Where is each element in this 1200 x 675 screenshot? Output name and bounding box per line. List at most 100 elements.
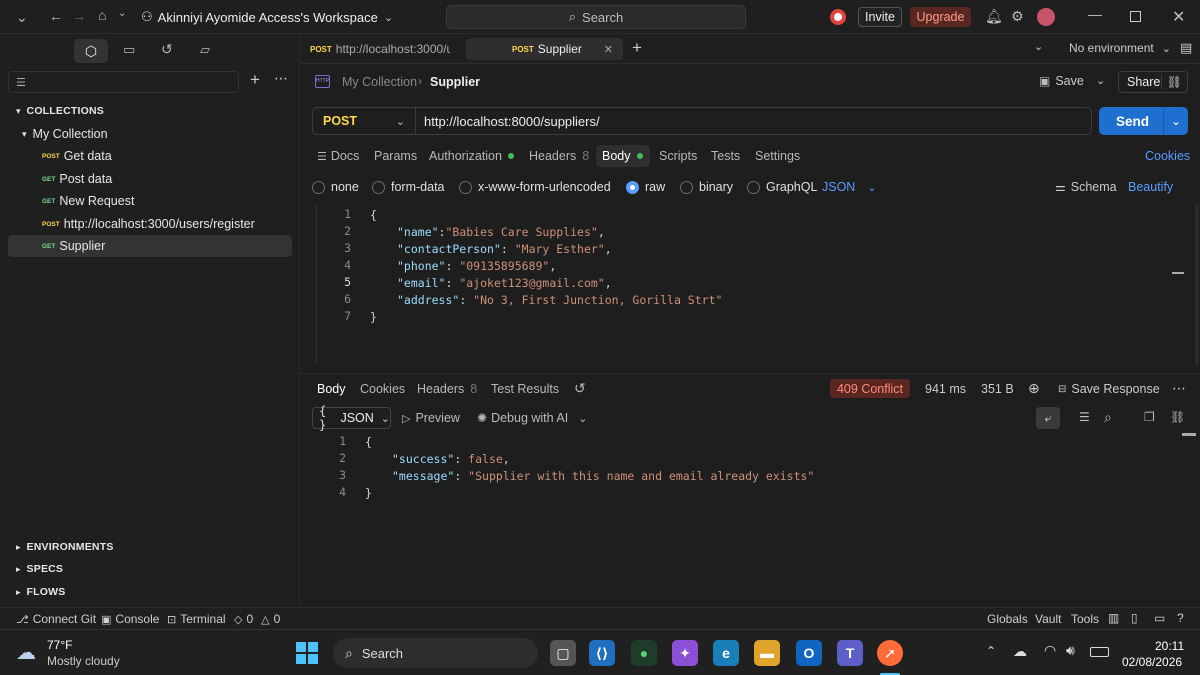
debug-with-ai-button[interactable]: ✺ Debug with AI ⌄ [477, 411, 587, 425]
sidebar-item-new-request[interactable]: GET New Request [8, 190, 292, 212]
raw-format-select[interactable]: JSON ⌄ [822, 179, 877, 195]
edge-icon[interactable]: e [713, 640, 739, 666]
flows-section-header[interactable]: ▸ FLOWS [8, 581, 292, 603]
method-select[interactable]: POST ⌄ [313, 108, 416, 134]
response-scroll-marker[interactable] [1182, 433, 1196, 436]
record-icon[interactable] [830, 9, 846, 25]
globe-icon[interactable]: ⊕ [1028, 380, 1040, 397]
tabs-dropdown-icon[interactable]: ⌄ [1034, 40, 1043, 53]
send-button[interactable]: Send ⌄ [1099, 107, 1188, 135]
url-input[interactable]: http://localhost:8000/suppliers/ [424, 108, 600, 134]
onedrive-icon[interactable]: ☁ [1013, 643, 1027, 660]
taskbar-search[interactable]: ⌕ Search [333, 638, 538, 668]
collections-view-tab[interactable]: ⬡ [74, 39, 108, 63]
copy-icon[interactable]: ❐ [1144, 410, 1155, 424]
more-icon[interactable]: ⋯ [1172, 380, 1186, 397]
response-tab-headers[interactable]: Headers 8 [417, 381, 477, 397]
tab-body[interactable]: Body [596, 145, 650, 167]
workspace-switcher[interactable]: ⚇ Akinniyi Ayomide Access's Workspace ⌄ [141, 9, 393, 25]
weather-temperature[interactable]: 77°F [47, 638, 72, 652]
split-icon[interactable]: ▭ [1154, 611, 1165, 625]
collections-section-header[interactable]: ▾ COLLECTIONS [8, 100, 292, 122]
file-explorer-icon[interactable]: ▬ [754, 640, 780, 666]
copilot-icon[interactable]: ✦ [672, 640, 698, 666]
environments-section-header[interactable]: ▸ ENVIRONMENTS [8, 536, 292, 558]
tab-scripts[interactable]: Scripts [659, 146, 697, 166]
body-type-graphql[interactable]: GraphQL [747, 179, 817, 195]
home-chevron-icon[interactable]: ⌄ [118, 8, 126, 19]
weather-condition[interactable]: Mostly cloudy [47, 654, 120, 668]
task-view-icon[interactable]: ▢ [550, 640, 576, 666]
schema-button[interactable]: ⚌ Schema [1055, 179, 1117, 195]
preview-button[interactable]: ▷ Preview [402, 411, 460, 425]
layout-icon[interactable]: ▥ [1108, 611, 1119, 625]
beautify-button[interactable]: Beautify [1128, 179, 1173, 195]
wifi-icon[interactable]: ◠ [1044, 642, 1056, 659]
battery-icon[interactable] [1090, 647, 1109, 657]
help-icon[interactable]: ? [1177, 611, 1184, 625]
request-body-editor[interactable]: 1 2 3 4 5 6 7 { "name": "Babies Care Supp… [300, 205, 1200, 370]
sidebar-item-supplier[interactable]: GET Supplier [8, 235, 292, 257]
tab-authorization[interactable]: Authorization [429, 146, 514, 166]
global-search[interactable]: ⌕ Search [446, 5, 746, 29]
environment-selector[interactable]: No environment ⌄ [1069, 41, 1171, 55]
tab-docs[interactable]: ☰ Docs [317, 146, 359, 166]
tab-settings[interactable]: Settings [755, 146, 800, 166]
upgrade-button[interactable]: Upgrade [910, 7, 971, 27]
sidebar-item-get-data[interactable]: POST Get data [8, 145, 292, 167]
bell-icon[interactable]: 🔔︎ [985, 8, 1003, 25]
specs-section-header[interactable]: ▸ SPECS [8, 558, 292, 580]
editor-scrollbar[interactable] [1195, 205, 1199, 365]
more-icon[interactable]: ⋯ [274, 70, 288, 87]
tab-tests[interactable]: Tests [711, 146, 740, 166]
body-type-form-data[interactable]: form-data [372, 179, 445, 195]
tab-register[interactable]: POST http://localhost:3000/us [300, 38, 460, 60]
send-dropdown-icon[interactable]: ⌄ [1163, 107, 1188, 135]
teams-icon[interactable]: T [837, 640, 863, 666]
environment-icon[interactable]: ▭ [123, 42, 135, 58]
tools-button[interactable]: Tools [1071, 612, 1099, 626]
environment-quick-look-icon[interactable]: ▤ [1180, 40, 1192, 56]
problems-indicator[interactable]: ◇ 0 △ 0 [234, 612, 280, 626]
back-arrow-icon[interactable]: ← [49, 8, 63, 24]
filter-input[interactable]: ☰ [8, 71, 239, 93]
postman-icon[interactable]: ➚ [877, 640, 903, 666]
clock-date[interactable]: 02/08/2026 [1122, 655, 1182, 669]
response-tab-test-results[interactable]: Test Results [491, 381, 559, 397]
add-icon[interactable]: + [250, 70, 260, 90]
body-type-raw[interactable]: raw [626, 179, 665, 195]
filter-icon[interactable]: ☰ [1079, 410, 1090, 424]
save-dropdown-icon[interactable]: ⌄ [1096, 74, 1105, 87]
vault-button[interactable]: Vault [1035, 612, 1061, 626]
tab-supplier[interactable]: POST Supplier ✕ [466, 38, 623, 60]
response-tab-body[interactable]: Body [317, 381, 346, 397]
history-icon[interactable]: ↺ [574, 380, 586, 397]
chevron-down-icon[interactable]: ⌄ [16, 9, 28, 26]
chevron-up-icon[interactable]: ⌃ [986, 644, 996, 658]
new-tab-icon[interactable]: + [632, 38, 642, 58]
home-icon[interactable]: ⌂ [98, 7, 106, 23]
share-button[interactable]: Share ⛓ [1118, 71, 1188, 93]
gear-icon[interactable]: ⚙ [1011, 8, 1024, 25]
history-icon[interactable]: ↺ [161, 41, 173, 58]
maximize-icon[interactable] [1130, 11, 1141, 22]
sidebar-item-register[interactable]: POST http://localhost:3000/users/registe… [8, 213, 292, 235]
invite-button[interactable]: Invite [858, 7, 902, 27]
globals-button[interactable]: Globals [987, 612, 1028, 626]
tab-headers[interactable]: Headers 8 [529, 146, 589, 166]
save-button[interactable]: ▣ Save [1039, 74, 1084, 88]
vscode-icon[interactable]: ⟨⟩ [589, 640, 615, 666]
forward-arrow-icon[interactable]: → [72, 8, 86, 24]
sidebar-item-post-data[interactable]: GET Post data [8, 168, 292, 190]
panel-icon[interactable]: ▯ [1131, 611, 1138, 625]
close-tab-icon[interactable]: ✕ [604, 43, 613, 56]
response-body-viewer[interactable]: 1 2 3 4 { "success": false, "message": "… [300, 433, 1200, 603]
wrap-lines-toggle[interactable]: ⤶ [1036, 407, 1060, 429]
cookies-link[interactable]: Cookies [1145, 146, 1190, 166]
response-tab-cookies[interactable]: Cookies [360, 381, 405, 397]
mongodb-icon[interactable]: ● [631, 640, 657, 666]
breadcrumb-collection[interactable]: My Collection [342, 75, 417, 89]
search-icon[interactable]: ⌕ [1104, 409, 1112, 426]
windows-start-icon[interactable] [296, 642, 318, 664]
avatar[interactable] [1037, 8, 1055, 26]
